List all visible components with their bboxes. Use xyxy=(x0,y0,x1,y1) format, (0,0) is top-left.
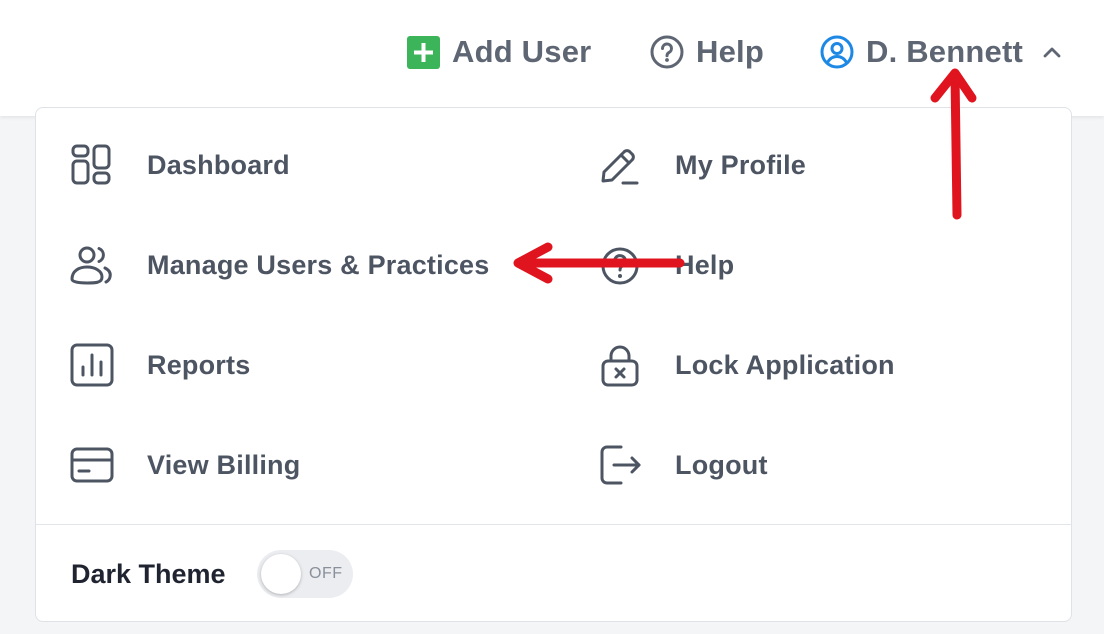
menu-item-reports[interactable]: Reports xyxy=(69,335,539,395)
menu-item-label: Lock Application xyxy=(675,350,895,380)
menu-item-label: My Profile xyxy=(675,150,807,180)
menu-item-label: View Billing xyxy=(147,450,301,480)
top-navigation-bar: Add User Help D. Bennett xyxy=(0,0,1104,116)
dark-theme-toggle[interactable]: OFF xyxy=(257,550,353,598)
reports-icon xyxy=(69,343,115,389)
menu-item-label: Reports xyxy=(147,350,251,380)
menu-item-help[interactable]: Help xyxy=(597,235,1037,295)
add-user-label: Add User xyxy=(452,34,592,69)
plus-square-icon xyxy=(407,35,440,69)
toggle-state-label: OFF xyxy=(309,565,343,582)
lock-icon xyxy=(597,343,643,389)
users-icon xyxy=(69,243,115,289)
menu-item-my-profile[interactable]: My Profile xyxy=(597,135,1037,195)
logout-icon xyxy=(597,443,643,489)
menu-item-manage-users-practices[interactable]: Manage Users & Practices xyxy=(69,235,539,295)
menu-item-label: Logout xyxy=(675,450,768,480)
dashboard-icon xyxy=(69,143,115,189)
menu-item-dashboard[interactable]: Dashboard xyxy=(69,135,539,195)
user-dropdown-menu: Dashboard Manage Users & Practices Repor… xyxy=(35,107,1072,622)
menu-item-label: Manage Users & Practices xyxy=(147,250,490,280)
help-button[interactable]: Help xyxy=(650,32,764,72)
menu-item-lock-application[interactable]: Lock Application xyxy=(597,335,1037,395)
dark-theme-label: Dark Theme xyxy=(71,559,226,589)
question-circle-icon xyxy=(650,35,684,69)
user-name-label: D. Bennett xyxy=(866,34,1023,69)
menu-item-label: Help xyxy=(675,250,735,280)
menu-item-logout[interactable]: Logout xyxy=(597,435,1037,495)
help-icon xyxy=(597,243,643,289)
menu-divider xyxy=(36,524,1071,525)
menu-item-label: Dashboard xyxy=(147,150,290,180)
toggle-knob xyxy=(261,554,301,594)
menu-item-view-billing[interactable]: View Billing xyxy=(69,435,539,495)
pencil-icon xyxy=(597,143,643,189)
chevron-up-icon xyxy=(1043,46,1061,58)
add-user-button[interactable]: Add User xyxy=(407,32,591,72)
user-circle-icon xyxy=(820,35,854,69)
user-menu-button[interactable]: D. Bennett xyxy=(820,32,1061,72)
billing-card-icon xyxy=(69,443,115,489)
help-label: Help xyxy=(696,34,764,69)
